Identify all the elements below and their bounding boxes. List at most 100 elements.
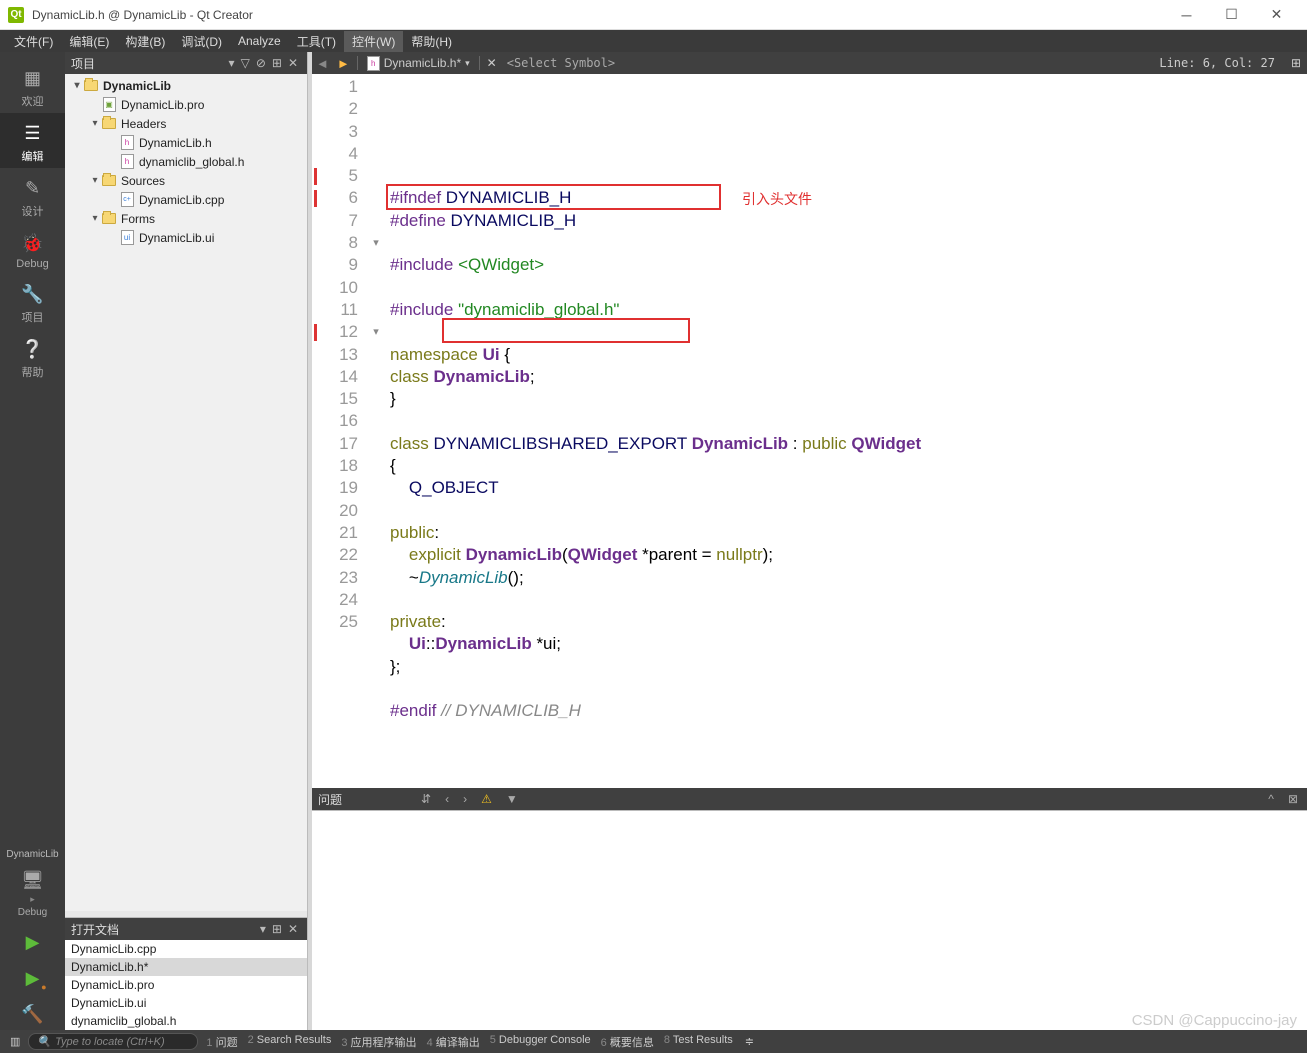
filter-icon[interactable]: ▽ (238, 56, 253, 70)
maximize-button[interactable]: ☐ (1209, 0, 1254, 30)
code-line[interactable] (390, 277, 1307, 299)
debug-run-button[interactable]: ▶● (0, 958, 65, 994)
minimize-button[interactable]: ─ (1164, 0, 1209, 30)
tree-item[interactable]: uiDynamicLib.ui (65, 228, 307, 247)
code-line[interactable] (390, 678, 1307, 700)
menu-analyze[interactable]: Analyze (230, 32, 289, 50)
code-line[interactable]: Q_OBJECT (390, 477, 1307, 499)
code-line[interactable]: #endif // DYNAMICLIB_H (390, 700, 1307, 722)
mode-项目[interactable]: 🔧项目 (0, 274, 65, 329)
sidebar-toggle-icon[interactable]: ▥ (6, 1035, 24, 1048)
maximize-pane-icon[interactable]: ^ (1265, 792, 1277, 806)
open-doc-item[interactable]: DynamicLib.cpp (65, 940, 307, 958)
close-panel-icon[interactable]: ✕ (285, 56, 301, 70)
close-pane-icon[interactable]: ⊠ (1285, 792, 1301, 806)
link-icon[interactable]: ⊘ (253, 56, 269, 70)
mode-帮助[interactable]: ❔帮助 (0, 329, 65, 384)
warning-icon[interactable]: ⚠ (478, 792, 495, 806)
output-tab-4[interactable]: 4 编译输出 (423, 1034, 484, 1050)
project-panel-title[interactable]: 项目 (71, 55, 226, 72)
problems-title[interactable]: 问题 (318, 791, 342, 808)
close-panel-icon[interactable]: ✕ (285, 922, 301, 936)
output-tab-3[interactable]: 3 应用程序输出 (337, 1034, 420, 1050)
filter-icon[interactable]: ⇵ (418, 792, 434, 806)
mode-Debug[interactable]: 🐞Debug (0, 223, 65, 274)
open-doc-item[interactable]: DynamicLib.pro (65, 976, 307, 994)
menu-控件[interactable]: 控件(W) (344, 31, 403, 52)
mode-编辑[interactable]: ☰编辑 (0, 113, 65, 168)
code-line[interactable] (390, 723, 1307, 745)
tree-item[interactable]: ▾Headers (65, 114, 307, 133)
next-icon[interactable]: › (460, 792, 470, 806)
code-line[interactable]: private: (390, 611, 1307, 633)
tree-item[interactable]: ▾DynamicLib (65, 76, 307, 95)
locator-input[interactable]: 🔍 Type to locate (Ctrl+K) (28, 1033, 198, 1050)
tree-item[interactable]: ▾Sources (65, 171, 307, 190)
tree-item[interactable]: hdynamiclib_global.h (65, 152, 307, 171)
expand-arrow-icon[interactable]: ▾ (89, 175, 101, 186)
output-tab-1[interactable]: 1 问题 (202, 1034, 241, 1050)
menu-编辑[interactable]: 编辑(E) (61, 31, 117, 52)
split-editor-icon[interactable]: ⊞ (1285, 56, 1307, 70)
prev-icon[interactable]: ‹ (442, 792, 452, 806)
status-more-icon[interactable]: ≑ (741, 1035, 758, 1048)
code-line[interactable] (390, 232, 1307, 254)
open-doc-item[interactable]: DynamicLib.ui (65, 994, 307, 1012)
code-line[interactable]: Ui::DynamicLib *ui; (390, 633, 1307, 655)
code-line[interactable]: #include <QWidget> (390, 254, 1307, 276)
add-split-icon[interactable]: ⊞ (269, 56, 285, 70)
cursor-position[interactable]: Line: 6, Col: 27 (1149, 56, 1285, 70)
kit-selector-label[interactable]: DynamicLib (6, 845, 58, 864)
menu-工具[interactable]: 工具(T) (289, 31, 344, 52)
add-split-icon[interactable]: ⊞ (269, 922, 285, 936)
close-button[interactable]: ✕ (1254, 0, 1299, 30)
close-file-button[interactable]: ✕ (483, 56, 501, 70)
project-tree[interactable]: ▾DynamicLib▣DynamicLib.pro▾HeadershDynam… (65, 74, 307, 911)
code-line[interactable]: #define DYNAMICLIB_H (390, 210, 1307, 232)
symbol-selector[interactable]: <Select Symbol> (501, 56, 1150, 70)
expand-arrow-icon[interactable]: ▾ (89, 118, 101, 129)
code-line[interactable]: public: (390, 522, 1307, 544)
menu-调试[interactable]: 调试(D) (173, 31, 230, 52)
code-line[interactable]: } (390, 388, 1307, 410)
menu-帮助[interactable]: 帮助(H) (403, 31, 460, 52)
mode-欢迎[interactable]: ▦欢迎 (0, 58, 65, 113)
tree-item[interactable]: ▣DynamicLib.pro (65, 95, 307, 114)
output-tab-5[interactable]: 5 Debugger Console (486, 1034, 595, 1050)
mode-设计[interactable]: ✎设计 (0, 168, 65, 223)
tree-item[interactable]: hDynamicLib.h (65, 133, 307, 152)
output-tab-2[interactable]: 2 Search Results (244, 1034, 336, 1050)
expand-arrow-icon[interactable]: ▾ (71, 80, 83, 91)
menu-构建[interactable]: 构建(B) (117, 31, 173, 52)
code-line[interactable]: explicit DynamicLib(QWidget *parent = nu… (390, 544, 1307, 566)
tree-item[interactable]: ▾Forms (65, 209, 307, 228)
code-line[interactable] (390, 500, 1307, 522)
file-selector[interactable]: h DynamicLib.h* ▾ (361, 56, 476, 71)
expand-arrow-icon[interactable]: ▾ (89, 213, 101, 224)
open-doc-item[interactable]: dynamiclib_global.h (65, 1012, 307, 1030)
kit-selector[interactable]: 🖥 ▸ Debug (18, 864, 47, 922)
code-line[interactable]: ~DynamicLib(); (390, 567, 1307, 589)
open-doc-item[interactable]: DynamicLib.h* (65, 958, 307, 976)
build-button[interactable]: 🔨 (0, 994, 65, 1030)
nav-back-button[interactable]: ◄ (312, 56, 333, 71)
tree-item[interactable]: c+DynamicLib.cpp (65, 190, 307, 209)
code-line[interactable]: namespace Ui { (390, 344, 1307, 366)
output-tab-6[interactable]: 6 概要信息 (597, 1034, 658, 1050)
code-line[interactable]: class DYNAMICLIBSHARED_EXPORT DynamicLib… (390, 433, 1307, 455)
menu-文件[interactable]: 文件(F) (6, 31, 61, 52)
code-line[interactable]: class DynamicLib; (390, 366, 1307, 388)
code-line[interactable] (390, 589, 1307, 611)
open-docs-title[interactable]: 打开文档 (71, 921, 257, 938)
code-editor[interactable]: 1234567891011121314151617181920212223242… (312, 74, 1307, 788)
output-tab-8[interactable]: 8 Test Results (660, 1034, 737, 1050)
code-line[interactable]: { (390, 455, 1307, 477)
nav-forward-button[interactable]: ► (333, 56, 354, 71)
problems-pane[interactable] (312, 810, 1307, 1030)
funnel-icon[interactable]: ▼ (503, 792, 521, 806)
dropdown-icon[interactable]: ▾ (226, 56, 238, 70)
dropdown-icon[interactable]: ▾ (257, 922, 269, 936)
run-button[interactable]: ▶ (0, 922, 65, 958)
code-line[interactable]: }; (390, 656, 1307, 678)
code-line[interactable] (390, 410, 1307, 432)
